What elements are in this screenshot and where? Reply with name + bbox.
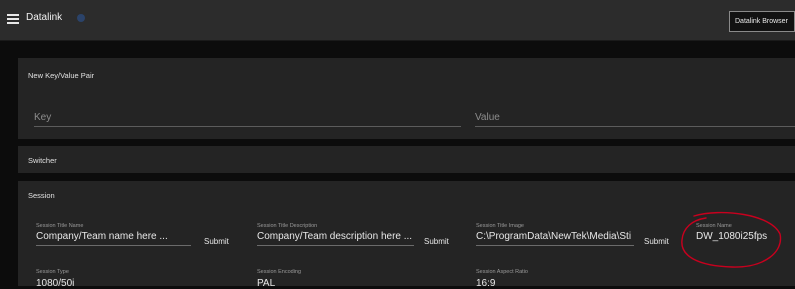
app-title: Datalink: [26, 12, 63, 23]
submit-button[interactable]: Submit: [204, 237, 229, 246]
session-title-image-label: Session Title Image: [476, 223, 524, 229]
session-type-value: 1080/50i: [36, 278, 75, 289]
session-encoding-label: Session Encoding: [257, 269, 302, 275]
panel-title: Session: [28, 191, 55, 200]
submit-button[interactable]: Submit: [644, 237, 669, 246]
app-title-accent: [77, 14, 85, 22]
session-title-name-label: Session Title Name: [36, 223, 84, 229]
session-title-image-field[interactable]: C:\ProgramData\NewTek\Media\Sti: [476, 231, 634, 246]
session-title-name-field[interactable]: Company/Team name here ...: [36, 231, 191, 246]
panel-title: Switcher: [28, 156, 57, 165]
session-title-description-field[interactable]: Company/Team description here ...: [257, 231, 414, 246]
switcher-panel[interactable]: Switcher: [18, 146, 795, 173]
session-aspect-ratio-value: 16:9: [476, 278, 496, 289]
session-encoding-value: PAL: [257, 278, 276, 289]
submit-button[interactable]: Submit: [424, 237, 449, 246]
hamburger-menu-icon[interactable]: [7, 14, 19, 24]
key-value-panel: New Key/Value Pair: [18, 58, 795, 139]
key-input[interactable]: [34, 112, 461, 123]
session-title-description-label: Session Title Description: [257, 223, 318, 229]
value-input[interactable]: [475, 112, 795, 123]
panel-title: New Key/Value Pair: [28, 71, 95, 80]
session-aspect-ratio-label: Session Aspect Ratio: [476, 269, 528, 275]
annotation-circle: [681, 211, 782, 268]
key-field[interactable]: [34, 107, 461, 127]
top-bar: Datalink Datalink Browser: [0, 0, 795, 41]
session-type-label: Session Type: [36, 269, 69, 275]
datalink-browser-button[interactable]: Datalink Browser: [729, 11, 795, 32]
value-field[interactable]: [475, 107, 795, 127]
